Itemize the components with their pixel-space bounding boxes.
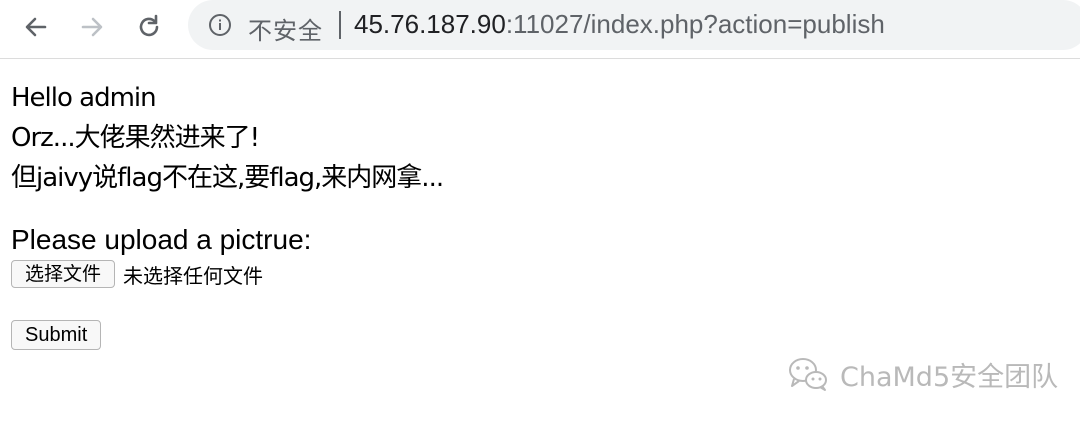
submit-button[interactable]: Submit [11, 320, 102, 350]
back-button[interactable] [18, 9, 54, 45]
address-divider [339, 11, 341, 39]
submit-area: Submit [11, 320, 102, 350]
back-arrow-icon [25, 17, 47, 37]
choose-file-button[interactable]: 选择文件 [11, 260, 116, 288]
wechat-icon [789, 358, 827, 391]
forward-button[interactable] [74, 9, 110, 45]
upload-prompt: Please upload a pictrue: [11, 224, 312, 255]
page-content: Hello admin Orz...大佬果然进来了! 但jaivy说flag不在… [11, 78, 444, 198]
forward-arrow-icon [81, 17, 103, 37]
browser-toolbar: 不安全 45.76.187.90:11027/index.php?action=… [0, 0, 1080, 59]
watermark-text: ChaMd5安全团队 [840, 361, 1059, 393]
greeting-text: Hello admin [11, 83, 157, 113]
file-status-text: 未选择任何文件 [123, 263, 264, 288]
message-line-3: 但jaivy说flag不在这,要flag,来内网拿... [11, 163, 444, 193]
url-path: :11027/index.php?action=publish [505, 9, 885, 39]
url-text[interactable]: 45.76.187.90:11027/index.php?action=publ… [354, 9, 885, 40]
info-circle-icon[interactable] [208, 13, 232, 37]
watermark: ChaMd5安全团队 [786, 355, 1058, 393]
file-input[interactable]: 选择文件 未选择任何文件 [11, 259, 263, 289]
security-status-label[interactable]: 不安全 [248, 11, 323, 46]
url-host: 45.76.187.90 [354, 9, 506, 39]
address-bar[interactable]: 不安全 45.76.187.90:11027/index.php?action=… [188, 0, 1080, 50]
reload-icon [139, 14, 159, 37]
reload-button[interactable] [131, 9, 167, 45]
message-line-2: Orz...大佬果然进来了! [11, 123, 260, 153]
